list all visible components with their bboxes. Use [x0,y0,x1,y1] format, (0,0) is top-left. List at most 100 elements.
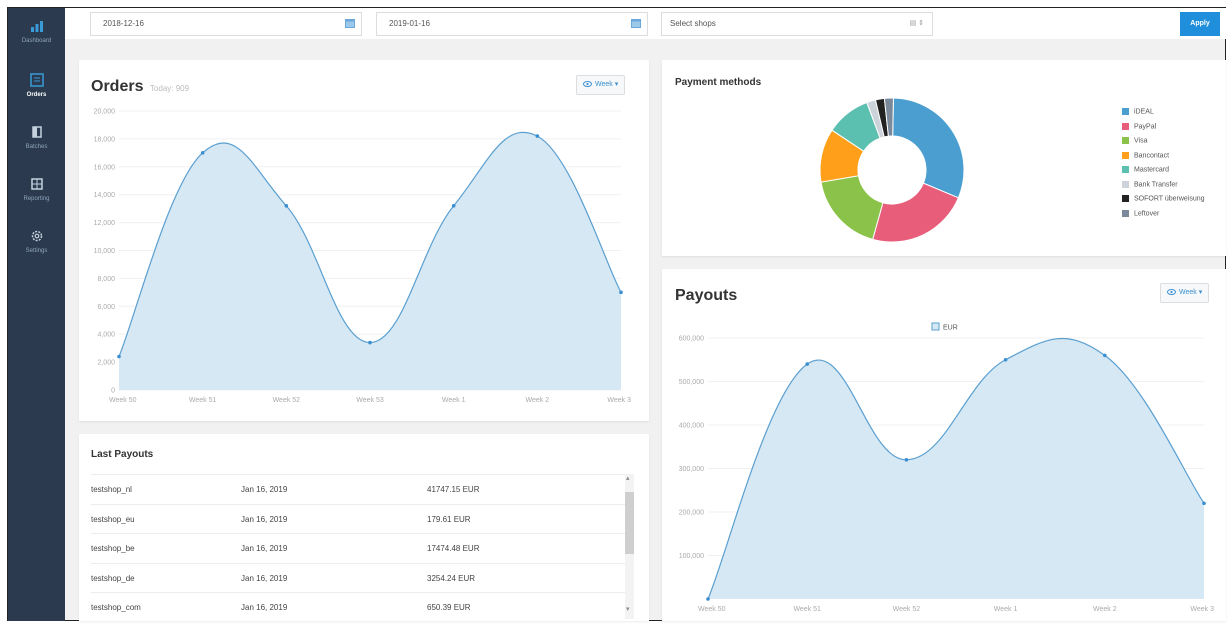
table-row[interactable]: testshop_eu Jan 16, 2019 179.61 EUR [91,503,627,533]
payout-amount: 650.39 EUR [427,603,471,612]
sidebar-item-label: Reporting [23,196,50,202]
area-fill [119,132,621,390]
chevron-updown-icon: ▤ ⇕ [909,20,924,27]
payment-methods-chart [819,97,965,243]
legend-item[interactable]: Leftover [1122,209,1160,217]
y-tick-label: 10,000 [94,248,116,255]
data-point[interactable] [706,597,710,601]
date-to-input[interactable]: 2019-01-16 [376,12,648,36]
payout-amount: 17474.48 EUR [427,544,480,553]
x-tick-label: Week 50 [109,397,137,404]
data-point[interactable] [451,204,456,208]
sidebar: Dashboard Orders Batches Reporting Setti… [8,8,65,621]
sidebar-item-dashboard[interactable]: Dashboard [8,14,65,62]
legend-label: Leftover [1134,209,1160,217]
payout-date: Jan 16, 2019 [241,485,288,494]
sidebar-item-batches[interactable]: Batches [8,120,65,168]
date-from-input[interactable]: 2018-12-16 [90,12,362,36]
y-tick-label: 12,000 [94,220,116,227]
legend-item[interactable]: PayPal [1122,122,1156,130]
calendar-icon[interactable] [345,18,355,28]
sidebar-item-settings[interactable]: Settings [8,224,65,272]
sidebar-item-orders[interactable]: Orders [8,68,65,116]
legend-swatch [1122,209,1129,217]
table-row[interactable]: testshop_nl Jan 16, 2019 41747.15 EUR [91,474,627,503]
legend-swatch [1122,108,1129,115]
table-row[interactable]: testshop_de Jan 16, 2019 3254.24 EUR [91,562,627,592]
pie-slice[interactable] [820,175,884,240]
x-tick-label: Week 2 [1093,606,1117,613]
scroll-down-icon[interactable]: ▾ [626,605,630,613]
payout-date: Jan 16, 2019 [241,544,288,553]
legend-label: Bank Transfer [1134,180,1178,188]
last-payouts-title: Last Payouts [91,449,154,460]
data-point[interactable] [535,134,540,138]
y-tick-label: 14,000 [94,192,116,199]
y-tick-label: 200,000 [679,510,704,517]
scrollbar-thumb[interactable] [625,492,634,554]
legend-item[interactable]: Visa [1122,137,1148,144]
payout-shop: testshop_de [91,573,135,583]
legend-item[interactable]: iDEAL [1122,108,1154,115]
batches-icon [31,126,42,138]
payout-date: Jan 16, 2019 [241,514,288,524]
legend-label: Mastercard [1134,166,1170,174]
legend-item[interactable]: SOFORT überweisung [1122,195,1205,202]
x-tick-label: Week 53 [356,397,384,404]
data-point[interactable] [284,204,289,208]
y-tick-label: 18,000 [94,136,116,143]
calendar-icon[interactable] [631,18,641,28]
payout-shop: testshop_nl [91,485,132,494]
legend-swatch [1122,180,1129,188]
payment-methods-card: Payment methods iDEAL PayPal Visa Bancontac… [662,60,1226,256]
table-row[interactable]: testshop_com Jan 16, 2019 650.39 EUR [91,592,627,621]
data-point[interactable] [1202,501,1206,506]
apply-button[interactable]: Apply [1180,12,1220,36]
sidebar-item-label: Batches [25,144,48,150]
y-tick-label: 20,000 [94,109,116,116]
table-row[interactable]: testshop_be Jan 16, 2019 17474.48 EUR [91,533,627,562]
legend-swatch [1122,122,1129,130]
orders-card: Orders Today: 909 Week ▾ 0 2,000 4,000 6,00… [79,60,649,421]
pie-slice[interactable] [872,182,960,243]
data-point[interactable] [200,151,205,155]
x-tick-label: Week 52 [273,397,301,404]
legend-item[interactable]: Bancontact [1122,151,1170,159]
shops-select[interactable]: Select shops ▤ ⇕ [661,12,933,36]
data-point[interactable] [117,354,121,359]
scroll-up-icon[interactable]: ▴ [626,474,630,482]
data-point[interactable] [1103,353,1107,358]
legend-label: Bancontact [1134,151,1170,159]
legend-label: iDEAL [1134,108,1154,116]
data-point[interactable] [904,458,909,462]
y-tick-label: 4,000 [97,332,115,339]
legend-item[interactable]: Bank Transfer [1122,180,1178,188]
shops-select-placeholder: Select shops [670,19,716,28]
y-tick-label: 16,000 [94,164,116,171]
orders-icon [29,73,44,87]
data-point[interactable] [619,290,623,295]
area-fill [708,338,1204,599]
x-tick-label: Week 3 [1190,606,1214,613]
x-tick-label: Week 50 [698,606,726,613]
date-to-value: 2019-01-16 [389,19,430,28]
legend-swatch [1122,166,1129,173]
sidebar-item-label: Orders [26,92,47,98]
legend-item[interactable]: Mastercard [1122,166,1169,173]
gear-icon [31,230,42,242]
data-point[interactable] [805,362,809,366]
data-point[interactable] [1003,357,1008,362]
x-tick-label: Week 51 [189,397,217,404]
legend-swatch [1122,151,1129,159]
reporting-icon [30,178,43,190]
y-tick-label: 0 [111,388,115,395]
payouts-card: Payouts Week ▾ 100,000 200,000 300,000 400,… [662,269,1226,621]
y-tick-label: 8,000 [97,276,115,283]
data-point[interactable] [368,340,372,345]
sidebar-item-reporting[interactable]: Reporting [8,172,65,220]
pie-slice[interactable] [892,97,965,199]
legend-label: EUR [943,325,958,332]
filter-bar: 2018-12-16 2019-01-16 Select shops ▤ ⇕ A… [65,8,1226,39]
payout-amount: 41747.15 EUR [427,485,480,494]
payout-amount: 179.61 EUR [427,514,471,524]
